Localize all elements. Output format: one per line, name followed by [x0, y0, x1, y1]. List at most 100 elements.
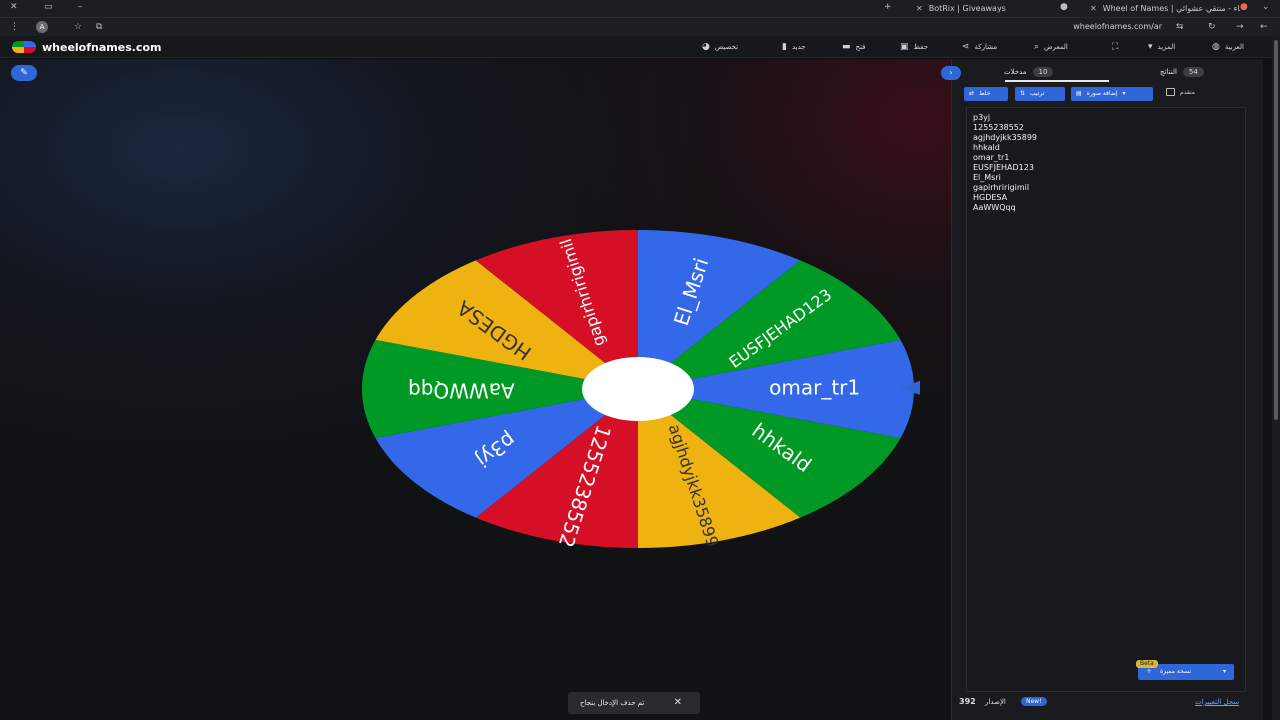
nav-label: تخصيص: [714, 43, 739, 51]
sort-icon: ⇅: [1020, 90, 1026, 97]
results-count-badge: 54: [1182, 67, 1204, 77]
audio-icon: ●: [1060, 2, 1068, 12]
entry-line: omar_tr1: [973, 153, 1010, 162]
fullscreen-icon: ⛶: [1112, 42, 1119, 52]
url-field[interactable]: wheelofnames.com/ar: [1073, 21, 1162, 33]
address-bar: ⋮ A ☆ ⧉ wheelofnames.com/ar ⇆ ↻ → ←: [0, 18, 1280, 36]
button-label: خلط: [979, 90, 991, 97]
chrome-icon: ●: [1240, 2, 1248, 12]
tab-botrix[interactable]: ✕ BotRix | Giveaways: [910, 2, 1006, 16]
tab-search-icon[interactable]: ⌄: [1262, 0, 1270, 16]
entry-line: AaWWQqq: [973, 203, 1016, 212]
new-badge: New!: [1021, 697, 1047, 706]
nav-customize[interactable]: ◕ تخصيص: [702, 40, 738, 54]
tab-label: مدخلات: [1004, 68, 1027, 76]
add-image-button[interactable]: ▤ إضافة صورة ▾: [1071, 87, 1153, 101]
nav-label: المزيد: [1157, 43, 1176, 51]
entries-textarea[interactable]: p3yj 1255238552 agjhdyjkk35899 hhkald om…: [966, 107, 1246, 692]
nav-save[interactable]: ▣ حفظ: [900, 40, 928, 54]
chevron-right-icon: ›: [949, 68, 953, 77]
nav-language[interactable]: ◍ العربية: [1212, 40, 1244, 54]
nav-new[interactable]: ▮ جديد: [782, 40, 806, 54]
changelog-link[interactable]: سجل التغييرات: [1195, 698, 1239, 706]
browser-tab-bar: ✕ ▭ – + ✕ BotRix | Giveaways ● ✕ Wheel of …: [0, 0, 1280, 18]
entry-line: EUSFJEHAD123: [973, 163, 1034, 172]
entry-line: 1255238552: [973, 123, 1024, 132]
nav-gallery[interactable]: ⌕ المعرض: [1034, 40, 1068, 54]
nav-label: مشاركة: [974, 43, 998, 51]
nav-label: حفظ: [913, 43, 929, 51]
entries-count-badge: 10: [1032, 67, 1054, 77]
advanced-checkbox[interactable]: [1166, 88, 1175, 96]
toast-notification: تم حذف الإدخال بنجاح ✕: [568, 692, 700, 714]
site-settings-icon[interactable]: ⧉: [96, 18, 102, 36]
image-icon: ▤: [1076, 90, 1082, 97]
entry-line: HGDESA: [973, 193, 1008, 202]
globe-icon: ◍: [1212, 42, 1220, 52]
wheel-slice-label: omar_tr1: [769, 376, 860, 400]
nav-label: العربية: [1224, 43, 1244, 51]
tab-entries[interactable]: مدخلات 10: [1004, 67, 1054, 77]
tab-results[interactable]: النتائج 54: [1160, 67, 1204, 77]
tune-icon[interactable]: ⇆: [1176, 18, 1184, 36]
plus-icon: ＋: [1146, 668, 1153, 675]
nav-label: جديد: [791, 43, 806, 51]
entry-line: p3yj: [973, 113, 991, 122]
toast-close-icon[interactable]: ✕: [674, 692, 682, 714]
close-window-icon[interactable]: ✕: [10, 0, 18, 16]
avatar[interactable]: A: [36, 21, 48, 33]
new-tab-icon[interactable]: +: [884, 0, 892, 16]
tab-wheel-of-names[interactable]: ✕ Wheel of Names | عجلة الأسماء - منتقي ع…: [1084, 2, 1240, 16]
restore-window-icon[interactable]: ▭: [44, 0, 53, 16]
entry-line: El_Msri: [973, 173, 1001, 182]
chevron-down-icon: ▾: [1122, 90, 1126, 97]
back-icon[interactable]: ←: [1260, 18, 1268, 36]
site-header: wheelofnames.com ◍ العربية ▾ المزيد ⛶ ⌕ الم…: [0, 36, 1272, 58]
site-name: wheelofnames.com: [42, 40, 162, 54]
chevron-down-icon: ▾: [1222, 668, 1226, 675]
file-icon: ▮: [782, 42, 787, 52]
palette-icon: ◕: [702, 42, 710, 52]
tab-title: Wheel of Names | عجلة الأسماء - منتقي عش…: [1102, 4, 1240, 13]
nav-share[interactable]: ⋖ مشاركة: [962, 40, 997, 54]
shuffle-icon: ⇄: [969, 90, 975, 97]
beta-badge: Beta: [1136, 660, 1158, 668]
version-number: 392: [959, 697, 976, 706]
button-label: إضافة صورة: [1086, 90, 1118, 97]
wheel-slice-label: AaWWQqq: [408, 379, 515, 403]
close-tab-icon[interactable]: ✕: [1090, 4, 1097, 13]
sort-button[interactable]: ⇅ ترتيب: [1015, 87, 1065, 101]
edit-button[interactable]: ✎: [11, 65, 37, 81]
folder-icon: ▬: [842, 42, 851, 52]
active-tab-indicator: [1005, 80, 1109, 82]
nav-open[interactable]: ▬ فتح: [842, 40, 866, 54]
nav-more[interactable]: ▾ المزيد: [1148, 40, 1175, 54]
site-logo[interactable]: wheelofnames.com: [12, 40, 161, 54]
star-icon[interactable]: ☆: [74, 18, 82, 36]
close-tab-icon[interactable]: ✕: [916, 4, 923, 13]
search-icon: ⌕: [1034, 42, 1040, 52]
button-label: نسخة مميزة: [1160, 668, 1191, 675]
version-label: الإصدار: [985, 698, 1006, 706]
share-icon: ⋖: [962, 42, 970, 52]
entry-line: gapirhririgimil: [973, 183, 1030, 192]
entry-line: agjhdyjkk35899: [973, 133, 1038, 142]
nav-fullscreen[interactable]: ⛶: [1112, 40, 1118, 54]
forward-icon[interactable]: →: [1236, 18, 1244, 36]
tab-label: النتائج: [1160, 68, 1177, 76]
pencil-icon: ✎: [20, 68, 28, 78]
panel-footer: 392 الإصدار New! سجل التغييرات: [951, 694, 1263, 712]
advanced-toggle[interactable]: متقدم: [1166, 88, 1195, 96]
nav-label: المعرض: [1044, 43, 1068, 51]
entry-line: hhkald: [973, 143, 1000, 152]
button-label: ترتيب: [1030, 90, 1045, 97]
collapse-panel-button[interactable]: ›: [941, 66, 961, 80]
save-icon: ▣: [900, 42, 909, 52]
wheel[interactable]: omar_tr1hhkaldagjhdyjkk358991255238552p3…: [360, 228, 920, 550]
scrollbar-thumb[interactable]: [1274, 40, 1278, 420]
shuffle-button[interactable]: ⇄ خلط: [964, 87, 1008, 101]
reload-icon[interactable]: ↻: [1208, 18, 1216, 36]
wheel-center-button[interactable]: [582, 357, 694, 421]
menu-icon[interactable]: ⋮: [10, 18, 19, 36]
minimize-window-icon[interactable]: –: [78, 0, 83, 16]
